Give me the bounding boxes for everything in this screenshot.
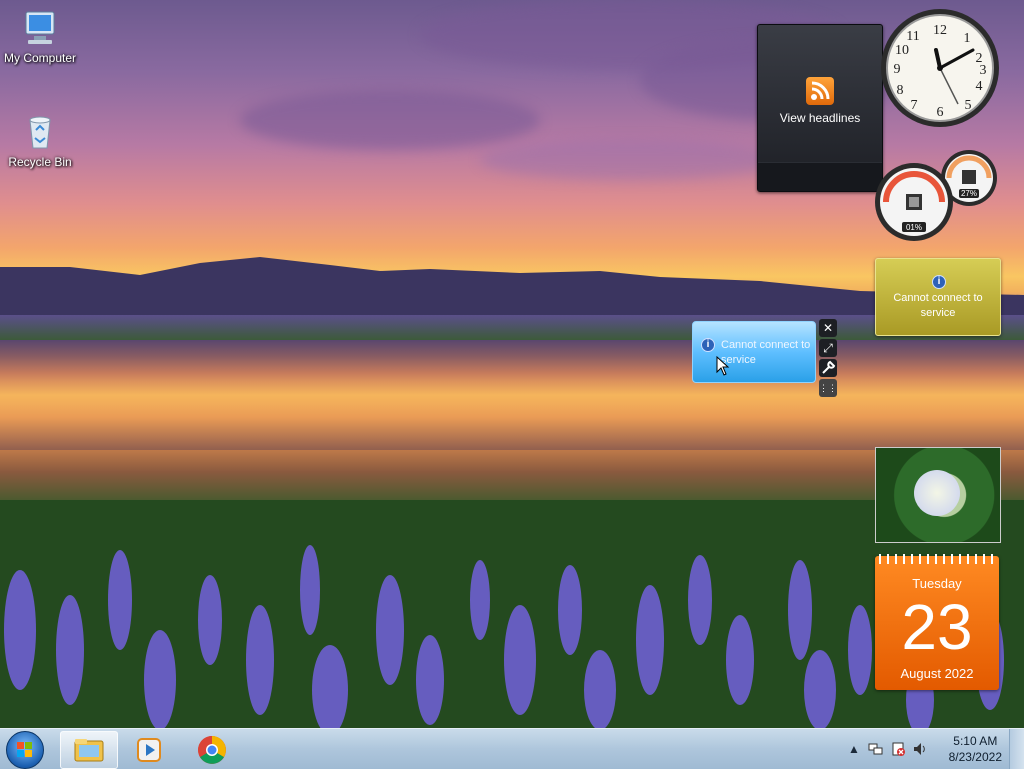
system-tray: ▲ 5:10 AM 8/23/2022 — [834, 729, 1024, 769]
svg-text:11: 11 — [906, 29, 919, 44]
svg-text:6: 6 — [937, 105, 944, 120]
cpu-meter-gadget[interactable]: 27% 01% — [874, 148, 1000, 244]
calendar-rings — [879, 554, 995, 564]
slideshow-gadget[interactable] — [875, 447, 1001, 543]
feed-headlines-gadget[interactable]: View headlines — [757, 24, 883, 192]
desktop-icon-recycle-bin[interactable]: Recycle Bin — [0, 112, 80, 169]
svg-text:8: 8 — [897, 83, 904, 98]
rss-icon — [806, 77, 834, 105]
calendar-gadget[interactable]: Tuesday 23 August 2022 — [875, 554, 999, 690]
recycle-bin-icon — [20, 112, 60, 152]
options-icon[interactable] — [819, 359, 837, 377]
network-icon[interactable] — [868, 741, 884, 757]
action-center-icon[interactable] — [890, 741, 906, 757]
folder-icon — [74, 739, 104, 762]
windows-start-icon[interactable] — [6, 731, 44, 769]
feed-footer-bar — [758, 162, 882, 191]
desktop-icon-my-computer[interactable]: My Computer — [0, 8, 80, 65]
gadget-toolbar: ✕ ⤢ ⋮⋮ — [819, 319, 839, 399]
desktop-icon-label: Recycle Bin — [8, 155, 72, 169]
taskbar: ▲ 5:10 AM 8/23/2022 — [0, 728, 1024, 769]
volume-icon[interactable] — [912, 741, 928, 757]
drag-handle-icon[interactable]: ⋮⋮ — [819, 379, 837, 397]
calendar-weekday: Tuesday — [912, 576, 962, 591]
taskbar-date: 8/23/2022 — [948, 750, 1002, 764]
memory-readout: 27% — [961, 189, 977, 198]
taskbar-time: 5:10 AM — [953, 734, 998, 748]
cloud — [240, 90, 540, 150]
info-icon: i — [701, 338, 715, 352]
clock-gadget[interactable]: 1212 345 678 91011 — [880, 6, 1000, 132]
media-player-icon — [137, 738, 161, 762]
lupine-flowers — [0, 500, 1024, 728]
currency-gadget[interactable]: i Cannot connect to service — [692, 321, 816, 383]
svg-text:10: 10 — [895, 43, 909, 58]
mouse-cursor-icon — [716, 356, 730, 376]
lake-reflection — [0, 340, 1024, 450]
cpu-readout: 01% — [906, 223, 922, 232]
taskbar-media-player[interactable] — [122, 731, 178, 767]
chrome-icon — [198, 736, 226, 764]
show-desktop-button[interactable] — [1009, 729, 1024, 769]
taskbar-chrome[interactable] — [184, 731, 240, 767]
currency-error-message: Cannot connect to service — [721, 339, 811, 366]
computer-icon — [20, 8, 60, 48]
svg-text:5: 5 — [965, 98, 972, 113]
taskbar-clock[interactable]: 5:10 AM 8/23/2022 — [949, 733, 1002, 765]
cloud — [480, 140, 780, 180]
svg-text:3: 3 — [980, 63, 987, 78]
svg-text:1: 1 — [964, 31, 971, 46]
desktop-icon-label: My Computer — [3, 51, 77, 65]
calendar-month-year: August 2022 — [900, 666, 974, 681]
weather-error-message: Cannot connect to service — [893, 292, 983, 319]
weather-gadget[interactable]: i Cannot connect to service — [875, 258, 1001, 336]
svg-text:12: 12 — [933, 23, 947, 38]
svg-text:9: 9 — [894, 62, 901, 77]
show-hidden-icon[interactable]: ▲ — [846, 741, 862, 757]
svg-text:4: 4 — [976, 79, 983, 94]
close-icon[interactable]: ✕ — [819, 319, 837, 337]
calendar-day: 23 — [901, 591, 973, 663]
resize-icon[interactable]: ⤢ — [819, 339, 837, 357]
info-icon: i — [932, 275, 946, 289]
taskbar-file-explorer[interactable] — [60, 731, 118, 769]
view-headlines-label[interactable]: View headlines — [758, 111, 882, 125]
hydrangea-photo — [914, 470, 960, 516]
svg-text:7: 7 — [911, 98, 918, 113]
